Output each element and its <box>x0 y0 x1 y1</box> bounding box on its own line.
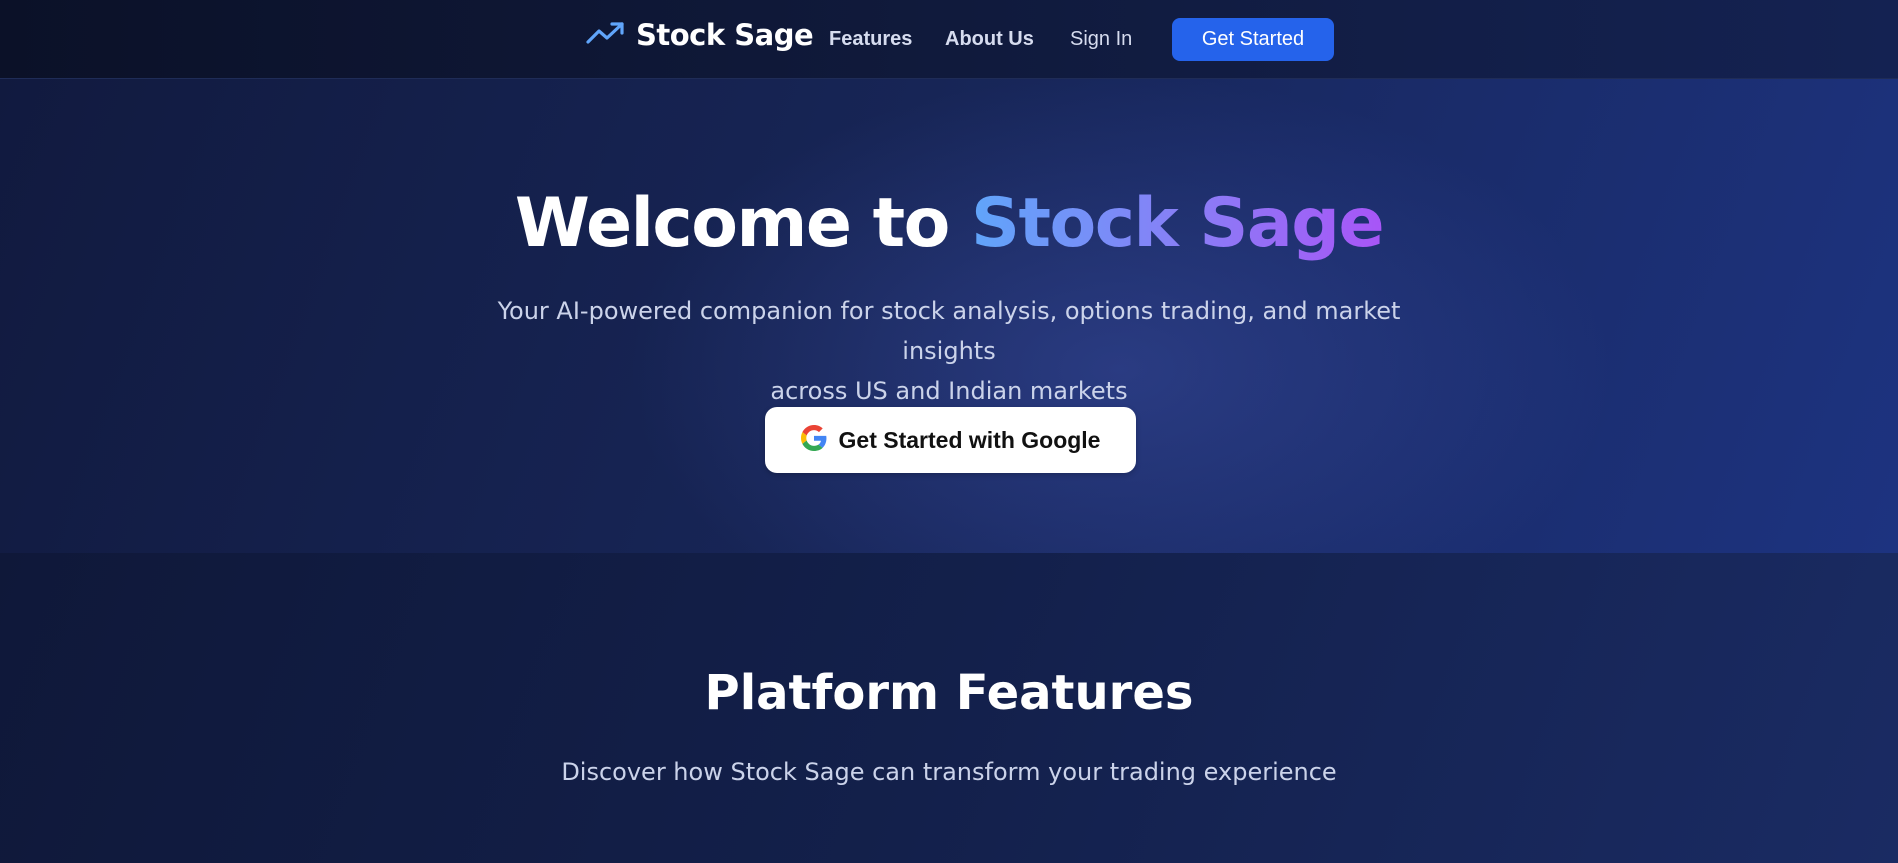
trending-up-icon <box>586 20 626 50</box>
nav-link-sign-in[interactable]: Sign In <box>1070 28 1132 51</box>
brand-name: Stock Sage <box>636 18 814 52</box>
top-navbar: Stock Sage Features About Us Sign In Get… <box>0 0 1898 79</box>
features-subtitle: Discover how Stock Sage can transform yo… <box>561 758 1337 786</box>
nav-link-about-us[interactable]: About Us <box>945 28 1034 51</box>
hero-title-prefix: Welcome to <box>514 184 972 263</box>
hero-section: Welcome to Stock Sage Your AI-powered co… <box>0 79 1898 553</box>
get-started-button[interactable]: Get Started <box>1172 18 1334 61</box>
nav-link-features[interactable]: Features <box>829 28 912 51</box>
brand-logo-link[interactable]: Stock Sage <box>586 18 814 52</box>
hero-title: Welcome to Stock Sage <box>0 184 1898 263</box>
google-icon <box>800 425 827 455</box>
google-button-label: Get Started with Google <box>838 426 1101 453</box>
hero-subtitle-line1: Your AI-powered companion for stock anal… <box>497 297 1401 365</box>
features-section: Platform Features Discover how Stock Sag… <box>0 553 1898 863</box>
hero-title-accent: Stock Sage <box>971 184 1385 263</box>
google-signin-button[interactable]: Get Started with Google <box>765 407 1136 473</box>
hero-subtitle-line2: across US and Indian markets <box>770 377 1128 405</box>
hero-subtitle: Your AI-powered companion for stock anal… <box>449 291 1449 411</box>
features-title: Platform Features <box>704 665 1194 721</box>
